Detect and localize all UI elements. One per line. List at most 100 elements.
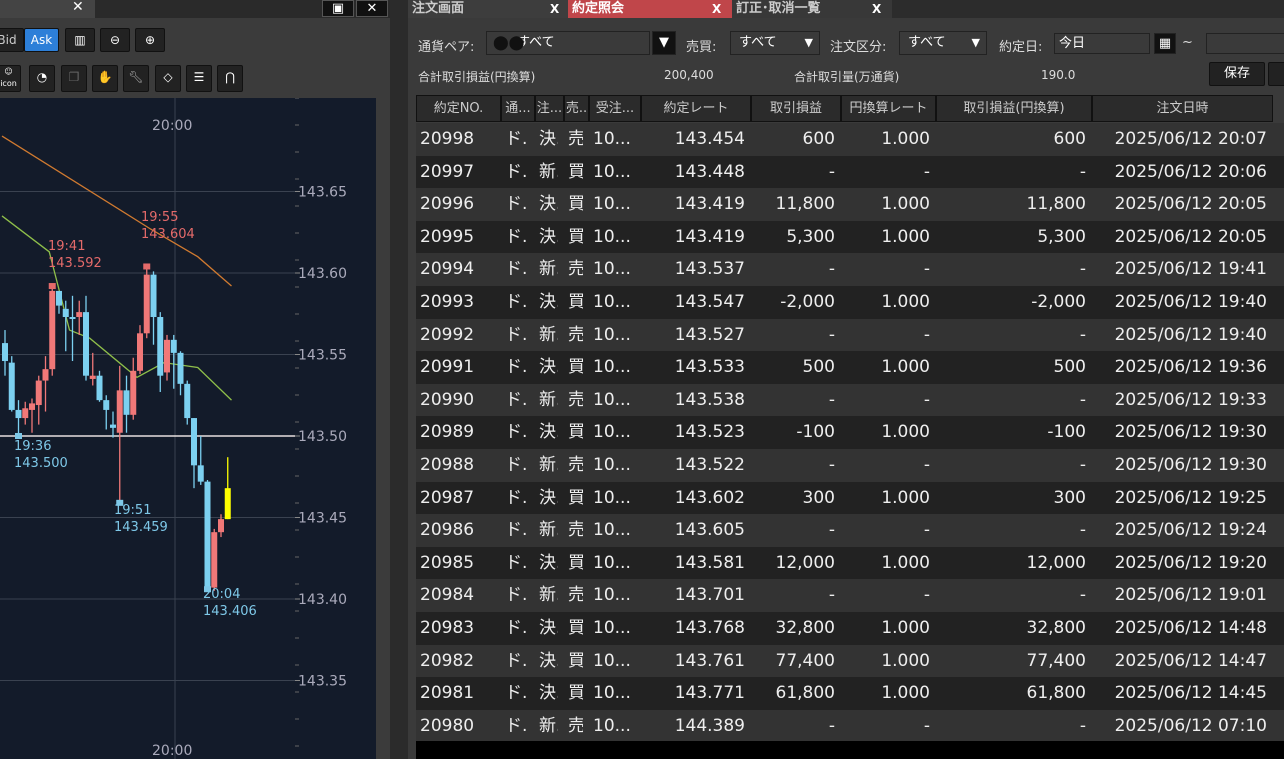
price-axis-label: 143.35 xyxy=(298,674,347,690)
cell-order-type: 決... xyxy=(539,292,558,312)
cell-pl-yen: - xyxy=(1079,715,1086,736)
cell-pl-yen: 61,800 xyxy=(1026,683,1086,704)
cell-pl: 300 xyxy=(802,487,835,508)
cell-order-type: 新... xyxy=(539,520,558,541)
settings-list-icon[interactable]: ☰ xyxy=(186,65,212,92)
cell-rate: 143.547 xyxy=(674,292,745,312)
table-row[interactable]: 20996 ド... 決... 買 10... 143.419 11,800 1.000 11,… xyxy=(416,188,1284,221)
order-type-select[interactable]: すべて ▼ xyxy=(899,31,987,55)
tab-order-screen[interactable]: 注文画面 X xyxy=(408,0,568,18)
cell-pl: - xyxy=(828,455,835,475)
icon-button[interactable]: ☺ icon xyxy=(0,65,21,92)
column-header-yen-rate[interactable]: 円換算レート xyxy=(841,95,936,122)
table-row[interactable]: 20989 ド... 決... 買 10... 143.523 -100 1.000 -100 2… xyxy=(416,416,1284,449)
chart-type-icon[interactable]: ▥ xyxy=(65,28,95,52)
executions-table[interactable]: 20998 ド... 決... 売 10... 143.454 600 1.000 600 202… xyxy=(416,123,1284,741)
side-value: すべて xyxy=(739,35,777,50)
cell-order-datetime: 2025/06/12 20:07 xyxy=(1114,129,1267,149)
table-row[interactable]: 20982 ド... 決... 買 10... 143.761 77,400 1.000 77,… xyxy=(416,644,1284,678)
hand-icon[interactable]: ✋ xyxy=(92,65,118,92)
table-row[interactable]: 20981 ド... 決... 買 10... 143.771 61,800 1.000 61,… xyxy=(416,677,1284,710)
cell-pl-yen: 32,800 xyxy=(1026,618,1086,638)
cell-order-type: 決... xyxy=(539,357,558,378)
candle-body xyxy=(49,290,56,370)
zoom-out-icon[interactable]: ⊖ xyxy=(100,28,130,52)
extra-button[interactable] xyxy=(1268,62,1284,86)
cell-pair: ド... xyxy=(505,618,529,638)
side-select[interactable]: すべて ▼ xyxy=(730,31,820,55)
eraser-icon[interactable]: ◇ xyxy=(155,65,181,92)
table-row[interactable]: 20987 ド... 決... 買 10... 143.602 300 1.000 300 202… xyxy=(416,481,1284,515)
column-header-pl-yen[interactable]: 取引損益(円換算) xyxy=(936,95,1092,122)
annotation-time: 19:41 xyxy=(48,239,85,254)
cell-yen-rate: - xyxy=(923,259,930,280)
calendar-icon[interactable]: ▦ xyxy=(1154,33,1176,54)
tab-amend-cancel-list[interactable]: 訂正･取消一覧 X xyxy=(732,0,892,18)
price-axis-label: 143.50 xyxy=(298,429,347,445)
cell-pair: ド... xyxy=(505,129,529,149)
cell-received: 10... xyxy=(593,455,631,475)
annotation-time: 19:36 xyxy=(14,439,51,454)
table-row[interactable]: 20992 ド... 新... 売 10... 143.527 - - - 2025/06/12 … xyxy=(416,318,1284,352)
column-header-trade-no[interactable]: 約定NO. xyxy=(416,95,501,122)
table-row[interactable]: 20994 ド... 新... 売 10... 143.537 - - - 2025/06/12 … xyxy=(416,253,1284,286)
cell-rate: 143.701 xyxy=(674,585,745,606)
column-header-received[interactable]: 受注... xyxy=(589,95,641,122)
table-row[interactable]: 20984 ド... 新... 売 10... 143.701 - - - 2025/06/12 … xyxy=(416,579,1284,612)
table-row[interactable]: 20995 ド... 決... 買 10... 143.419 5,300 1.000 5,30… xyxy=(416,220,1284,254)
table-row[interactable]: 20983 ド... 決... 買 10... 143.768 32,800 1.000 32,… xyxy=(416,612,1284,645)
column-header-rate[interactable]: 約定レート xyxy=(641,95,751,122)
table-row[interactable]: 20990 ド... 新... 売 10... 143.538 - - - 2025/06/12 … xyxy=(416,383,1284,417)
splitter[interactable] xyxy=(390,0,408,759)
extreme-marker xyxy=(143,263,151,270)
column-header-pair[interactable]: 通... xyxy=(501,95,535,122)
pair-select[interactable]: ⬤⬤ すべて xyxy=(486,31,650,55)
cell-trade-no: 20996 xyxy=(420,194,475,215)
candle-body xyxy=(35,380,42,406)
candlestick-chart[interactable]: 143.65 143.60 143.55 143.50 143.45 143.40 143.… xyxy=(0,98,376,759)
table-row[interactable]: 20988 ド... 新... 売 10... 143.522 - - - 2025/06/12 … xyxy=(416,449,1284,482)
copy-icon[interactable]: ❐ xyxy=(61,65,87,92)
table-row[interactable]: 20993 ド... 決... 買 10... 143.547 -2,000 1.000 -2,… xyxy=(416,286,1284,319)
table-row[interactable]: 20997 ド... 新... 買 10... 143.448 - - - 2025/06/12 … xyxy=(416,155,1284,189)
zoom-in-icon[interactable]: ⊕ xyxy=(135,28,165,52)
column-header-order-type[interactable]: 注... xyxy=(535,95,564,122)
table-row[interactable]: 20986 ド... 新... 売 10... 143.605 - - - 2025/06/12 … xyxy=(416,514,1284,547)
clock-return-icon[interactable]: ◔ xyxy=(29,65,55,92)
column-header-order-datetime[interactable]: 注文日時 xyxy=(1092,95,1273,122)
cell-yen-rate: 1.000 xyxy=(881,129,930,149)
cell-order-type: 新... xyxy=(539,389,558,410)
cell-trade-no: 20994 xyxy=(420,259,475,280)
wrench-icon[interactable]: 🔧︎ xyxy=(123,65,149,92)
pair-dropdown-button[interactable]: ▼ xyxy=(652,31,676,55)
annotation-time: 19:51 xyxy=(114,503,151,518)
table-row[interactable]: 20991 ド... 決... 買 10... 143.533 500 1.000 500 202… xyxy=(416,351,1284,384)
table-row[interactable]: 20998 ド... 決... 売 10... 143.454 600 1.000 600 202… xyxy=(416,123,1284,156)
cell-order-datetime: 2025/06/12 14:45 xyxy=(1114,683,1267,704)
save-button[interactable]: 保存 xyxy=(1209,62,1265,86)
close-icon[interactable]: X xyxy=(872,0,881,18)
candle-body xyxy=(130,370,137,415)
date-to-input[interactable] xyxy=(1206,33,1284,54)
close-icon[interactable]: X xyxy=(712,0,721,18)
chart-tab[interactable]: ✕ xyxy=(0,0,95,18)
bid-button[interactable]: Bid xyxy=(0,28,24,52)
magnet-icon[interactable]: ⋂ xyxy=(217,65,243,92)
ask-button[interactable]: Ask xyxy=(24,28,59,52)
column-header-side[interactable]: 売.. xyxy=(564,95,589,122)
column-header-pl[interactable]: 取引損益 xyxy=(751,95,841,122)
cell-pl: 61,800 xyxy=(775,683,835,704)
close-icon[interactable]: X xyxy=(550,0,559,18)
date-from-input[interactable]: 今日 xyxy=(1054,33,1150,54)
candle-body xyxy=(62,308,69,318)
maximize-button[interactable]: ▣ xyxy=(322,0,354,17)
close-window-button[interactable]: ✕ xyxy=(356,0,388,17)
tab-execution-inquiry[interactable]: 約定照会 X xyxy=(568,0,732,18)
candle-body xyxy=(143,274,150,334)
cell-pl-yen: 300 xyxy=(1053,487,1086,508)
table-row[interactable]: 20985 ド... 決... 買 10... 143.581 12,000 1.000 12,… xyxy=(416,546,1284,580)
cell-order-datetime: 2025/06/12 20:05 xyxy=(1114,194,1267,215)
table-row[interactable]: 20980 ド... 新... 売 10... 144.389 - - - 2025/06/12 … xyxy=(416,709,1284,741)
cell-pl: 11,800 xyxy=(775,194,835,215)
close-icon[interactable]: ✕ xyxy=(72,0,84,15)
